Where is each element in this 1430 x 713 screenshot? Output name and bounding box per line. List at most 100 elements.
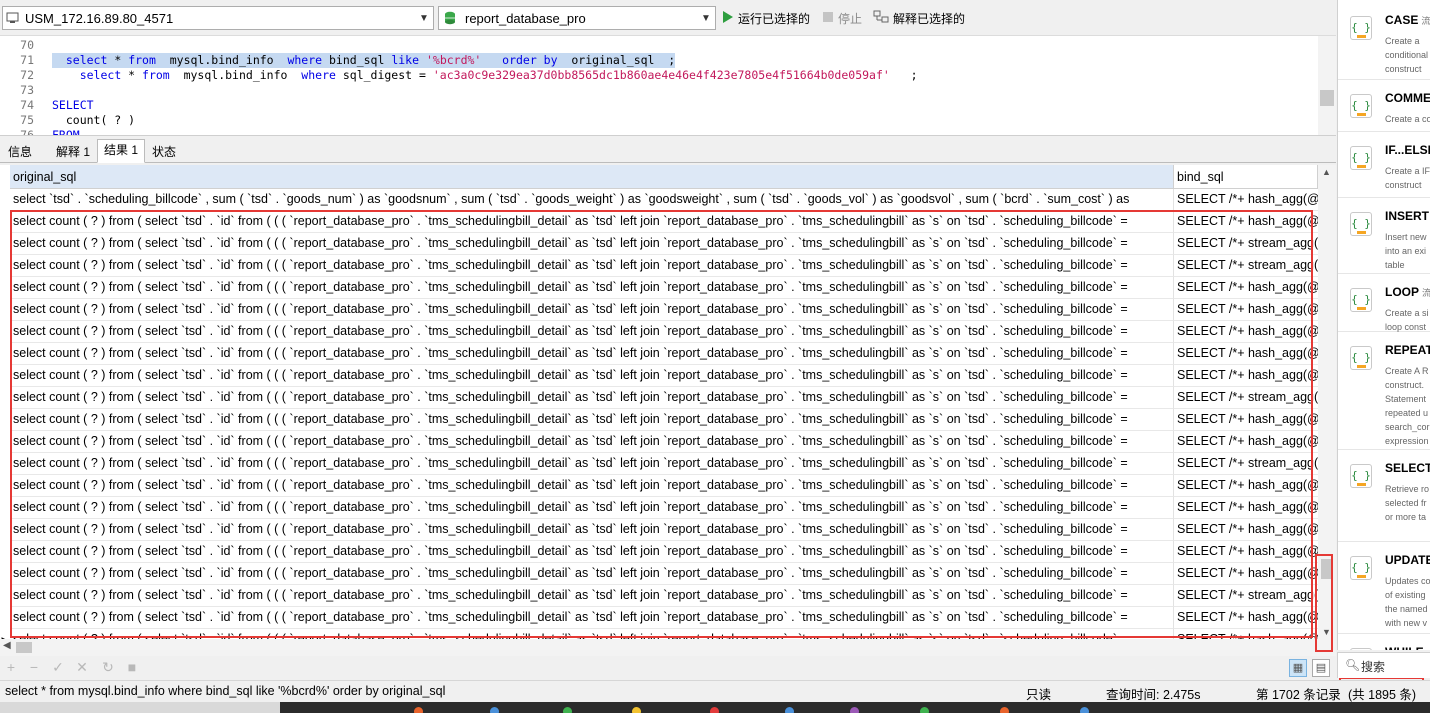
- table-row[interactable]: select count ( ? ) from ( select `tsd` .…: [0, 255, 1318, 277]
- taskbar-app-icon[interactable]: [490, 707, 499, 713]
- cell-bind-sql[interactable]: SELECT /*+ stream_agg(: [1174, 585, 1318, 607]
- cell-bind-sql[interactable]: SELECT /*+ hash_agg(@: [1174, 211, 1318, 233]
- table-row[interactable]: select count ( ? ) from ( select `tsd` .…: [0, 321, 1318, 343]
- taskbar-app-icon[interactable]: [632, 707, 641, 713]
- snippet-item[interactable]: { } COMMENT Create a comment: [1338, 80, 1430, 132]
- table-row[interactable]: select count ( ? ) from ( select `tsd` .…: [0, 343, 1318, 365]
- table-row[interactable]: select count ( ? ) from ( select `tsd` .…: [0, 563, 1318, 585]
- snippet-item[interactable]: { } REPEAT Create A Rconstruct. Statement re…: [1338, 332, 1430, 450]
- cell-original-sql[interactable]: select count ( ? ) from ( select `tsd` .…: [10, 211, 1174, 233]
- column-header-bind-sql[interactable]: bind_sql: [1174, 165, 1318, 189]
- explain-selected-button[interactable]: 解释已选择的: [873, 9, 965, 27]
- cell-original-sql[interactable]: select `tsd` . `scheduling_billcode` , s…: [10, 189, 1174, 211]
- taskbar-app-icon[interactable]: [414, 707, 423, 713]
- cell-bind-sql[interactable]: SELECT /*+ hash_agg(@: [1174, 365, 1318, 387]
- table-row[interactable]: select count ( ? ) from ( select `tsd` .…: [0, 299, 1318, 321]
- grid-hscroll-thumb[interactable]: [16, 642, 32, 653]
- cell-original-sql[interactable]: select count ( ? ) from ( select `tsd` .…: [10, 343, 1174, 365]
- stop-square-icon[interactable]: ■: [124, 659, 140, 675]
- database-select[interactable]: report_database_pro ▼: [438, 6, 716, 30]
- taskbar-app-icon[interactable]: [710, 707, 719, 713]
- cell-bind-sql[interactable]: SELECT /*+ hash_agg(@: [1174, 321, 1318, 343]
- cell-bind-sql[interactable]: SELECT /*+ hash_agg(@: [1174, 519, 1318, 541]
- apply-check-icon[interactable]: ✓: [50, 659, 66, 675]
- cell-original-sql[interactable]: select count ( ? ) from ( select `tsd` .…: [10, 519, 1174, 541]
- editor-line[interactable]: 74 SELECT: [0, 98, 1316, 113]
- taskbar-app-icon[interactable]: [920, 707, 929, 713]
- editor-line[interactable]: 76 FROM: [0, 128, 1316, 135]
- scroll-left-icon[interactable]: ◀: [3, 640, 11, 651]
- table-row[interactable]: select count ( ? ) from ( select `tsd` .…: [0, 233, 1318, 255]
- table-row[interactable]: select count ( ? ) from ( select `tsd` .…: [0, 211, 1318, 233]
- cell-original-sql[interactable]: select count ( ? ) from ( select `tsd` .…: [10, 475, 1174, 497]
- cell-original-sql[interactable]: select count ( ? ) from ( select `tsd` .…: [10, 277, 1174, 299]
- form-view-icon[interactable]: ▤: [1312, 659, 1330, 677]
- cell-bind-sql[interactable]: SELECT /*+ hash_agg(@: [1174, 629, 1318, 639]
- cell-bind-sql[interactable]: SELECT /*+ stream_agg(: [1174, 255, 1318, 277]
- taskbar-app-icon[interactable]: [1000, 707, 1009, 713]
- cell-original-sql[interactable]: select count ( ? ) from ( select `tsd` .…: [10, 299, 1174, 321]
- snippet-item[interactable]: { } SELECT Retrieve ro selected fr or more t…: [1338, 450, 1430, 542]
- cell-original-sql[interactable]: select count ( ? ) from ( select `tsd` .…: [10, 255, 1174, 277]
- table-row[interactable]: select count ( ? ) from ( select `tsd` .…: [0, 585, 1318, 607]
- chevron-down-icon[interactable]: ▼: [415, 7, 433, 29]
- tab-info[interactable]: 信息: [1, 141, 39, 163]
- cell-bind-sql[interactable]: SELECT /*+ hash_agg(@: [1174, 563, 1318, 585]
- tab-result-1[interactable]: 结果 1: [97, 139, 146, 163]
- table-row[interactable]: select count ( ? ) from ( select `tsd` .…: [0, 409, 1318, 431]
- cell-original-sql[interactable]: select count ( ? ) from ( select `tsd` .…: [10, 497, 1174, 519]
- table-row[interactable]: select count ( ? ) from ( select `tsd` .…: [0, 519, 1318, 541]
- cell-original-sql[interactable]: select count ( ? ) from ( select `tsd` .…: [10, 387, 1174, 409]
- table-row[interactable]: select count ( ? ) from ( select `tsd` .…: [0, 475, 1318, 497]
- cell-bind-sql[interactable]: SELECT /*+ stream_agg(: [1174, 233, 1318, 255]
- grid-horizontal-scrollbar[interactable]: ◀: [0, 639, 1336, 656]
- stop-button[interactable]: 停止: [822, 9, 862, 27]
- table-row[interactable]: ▶select count ( ? ) from ( select `tsd` …: [0, 629, 1318, 639]
- taskbar-app-icon[interactable]: [563, 707, 572, 713]
- table-row[interactable]: select `tsd` . `scheduling_billcode` , s…: [0, 189, 1318, 211]
- cell-original-sql[interactable]: select count ( ? ) from ( select `tsd` .…: [10, 563, 1174, 585]
- table-row[interactable]: select count ( ? ) from ( select `tsd` .…: [0, 607, 1318, 629]
- grid-view-icon[interactable]: ▦: [1289, 659, 1307, 677]
- editor-scrollbar[interactable]: [1318, 36, 1336, 135]
- taskbar-app-icon[interactable]: [850, 707, 859, 713]
- cell-bind-sql[interactable]: SELECT /*+ hash_agg(@: [1174, 189, 1318, 211]
- table-row[interactable]: select count ( ? ) from ( select `tsd` .…: [0, 453, 1318, 475]
- grid-vertical-scrollbar[interactable]: ▲ ▼: [1318, 165, 1336, 639]
- cell-bind-sql[interactable]: SELECT /*+ hash_agg(@: [1174, 299, 1318, 321]
- table-row[interactable]: select count ( ? ) from ( select `tsd` .…: [0, 277, 1318, 299]
- snippet-item[interactable]: { } IF...ELSE Create a IFconstruct: [1338, 132, 1430, 198]
- cell-original-sql[interactable]: select count ( ? ) from ( select `tsd` .…: [10, 233, 1174, 255]
- add-record-icon[interactable]: +: [3, 659, 19, 675]
- snippet-search[interactable]: 🔍︎ 搜索: [1337, 652, 1430, 678]
- table-row[interactable]: select count ( ? ) from ( select `tsd` .…: [0, 431, 1318, 453]
- cell-original-sql[interactable]: select count ( ? ) from ( select `tsd` .…: [10, 365, 1174, 387]
- cell-bind-sql[interactable]: SELECT /*+ hash_agg(@: [1174, 343, 1318, 365]
- snippet-item[interactable]: { } CASE流程 Create aconditionalconstruct: [1338, 2, 1430, 80]
- cell-original-sql[interactable]: select count ( ? ) from ( select `tsd` .…: [10, 629, 1174, 639]
- snippet-item[interactable]: { } UPDATE Updates co of existing the named w…: [1338, 542, 1430, 634]
- grid-scroll-thumb[interactable]: [1321, 559, 1333, 579]
- snippet-item[interactable]: { } INSERT Insert new into an exi table: [1338, 198, 1430, 274]
- cell-original-sql[interactable]: select count ( ? ) from ( select `tsd` .…: [10, 453, 1174, 475]
- cell-bind-sql[interactable]: SELECT /*+ hash_agg(@: [1174, 497, 1318, 519]
- scroll-down-icon[interactable]: ▼: [1322, 627, 1331, 637]
- table-row[interactable]: select count ( ? ) from ( select `tsd` .…: [0, 365, 1318, 387]
- cell-original-sql[interactable]: select count ( ? ) from ( select `tsd` .…: [10, 431, 1174, 453]
- editor-line[interactable]: 70: [0, 38, 1316, 53]
- scroll-up-icon[interactable]: ▲: [1322, 167, 1331, 177]
- snippet-item[interactable]: { } WHILE: [1338, 634, 1430, 650]
- column-header-original-sql[interactable]: original_sql: [10, 165, 1174, 189]
- editor-line[interactable]: 75 count( ? ): [0, 113, 1316, 128]
- cell-bind-sql[interactable]: SELECT /*+ hash_agg(@: [1174, 409, 1318, 431]
- table-row[interactable]: select count ( ? ) from ( select `tsd` .…: [0, 387, 1318, 409]
- cell-bind-sql[interactable]: SELECT /*+ hash_agg(@: [1174, 541, 1318, 563]
- discard-x-icon[interactable]: ✕: [74, 659, 90, 675]
- cell-bind-sql[interactable]: SELECT /*+ hash_agg(@: [1174, 277, 1318, 299]
- sql-editor[interactable]: 70 71 select * from mysql.bind_info where…: [0, 36, 1336, 136]
- cell-original-sql[interactable]: select count ( ? ) from ( select `tsd` .…: [10, 321, 1174, 343]
- table-row[interactable]: select count ( ? ) from ( select `tsd` .…: [0, 497, 1318, 519]
- editor-line[interactable]: 71 select * from mysql.bind_info where b…: [0, 53, 1316, 68]
- cell-original-sql[interactable]: select count ( ? ) from ( select `tsd` .…: [10, 541, 1174, 563]
- snippet-item[interactable]: { } LOOP流程 Create a siloop const: [1338, 274, 1430, 332]
